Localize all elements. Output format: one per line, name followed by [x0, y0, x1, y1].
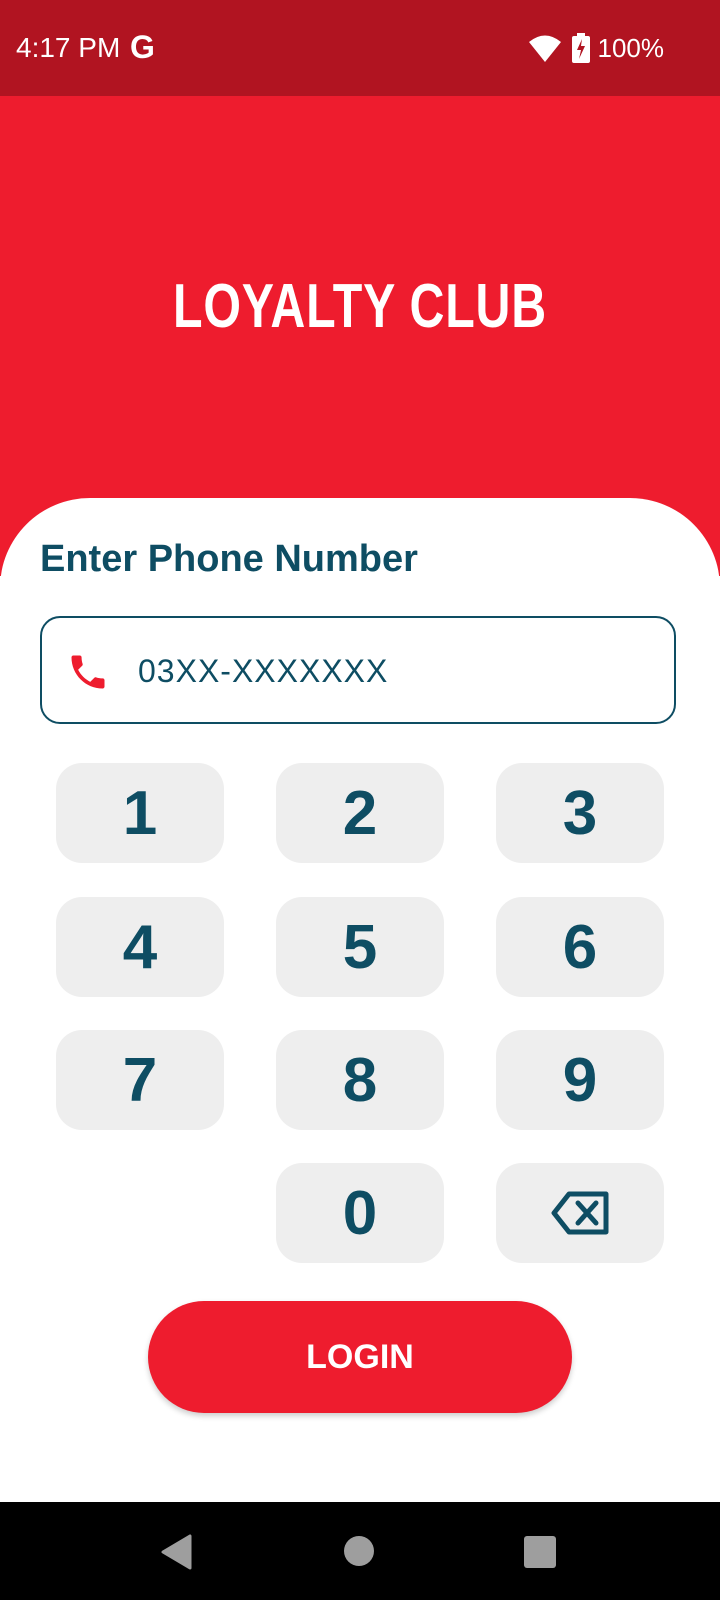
- key-0[interactable]: 0: [276, 1163, 444, 1263]
- login-card: Enter Phone Number 1 2 3 4 5 6 7 8 9 0 L…: [0, 498, 720, 1502]
- key-4[interactable]: 4: [56, 897, 224, 997]
- key-7[interactable]: 7: [56, 1030, 224, 1130]
- backspace-button[interactable]: [496, 1163, 664, 1263]
- google-icon: G: [130, 29, 155, 65]
- backspace-icon: [551, 1191, 609, 1235]
- phone-input[interactable]: [136, 644, 640, 698]
- key-9[interactable]: 9: [496, 1030, 664, 1130]
- wifi-icon: 4: [528, 35, 561, 63]
- navigation-bar: [0, 1502, 720, 1600]
- key-1[interactable]: 1: [56, 763, 224, 863]
- phone-label: Enter Phone Number: [40, 538, 418, 580]
- recents-icon[interactable]: [524, 1536, 556, 1568]
- wifi-badge: 4: [550, 51, 557, 63]
- app-title: LOYALTY CLUB: [173, 272, 547, 341]
- phone-icon: [71, 655, 105, 689]
- status-indicators: 4 100%: [528, 30, 665, 66]
- key-3[interactable]: 3: [496, 763, 664, 863]
- status-bar: 4:17 PM G 4 100%: [0, 0, 720, 96]
- back-icon[interactable]: [160, 1534, 194, 1570]
- battery-percentage: 100%: [597, 33, 665, 63]
- key-5[interactable]: 5: [276, 897, 444, 997]
- login-button[interactable]: LOGIN: [148, 1301, 572, 1413]
- key-8[interactable]: 8: [276, 1030, 444, 1130]
- phone-number-field[interactable]: [40, 616, 676, 724]
- key-6[interactable]: 6: [496, 897, 664, 997]
- battery-charging-icon: [571, 33, 590, 63]
- status-time: 4:17 PM: [16, 32, 121, 63]
- home-icon[interactable]: [344, 1536, 374, 1566]
- key-2[interactable]: 2: [276, 763, 444, 863]
